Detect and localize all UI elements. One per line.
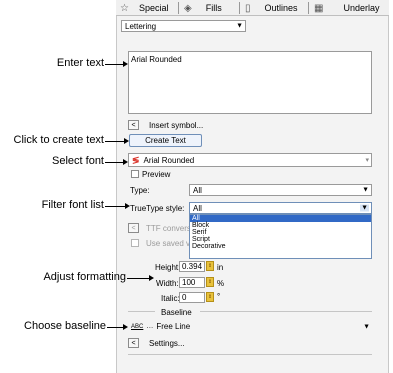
chevron-down-icon: ▾: [365, 157, 369, 164]
font-type-icon: ≶: [132, 154, 140, 165]
dropdown-option-script[interactable]: Script: [190, 236, 371, 243]
tab-outlines[interactable]: ▯ Outlines: [245, 0, 298, 16]
callout-select-font: Select font: [52, 155, 104, 167]
star-icon: ☆: [120, 2, 129, 14]
baseline-abc-icon: ABC: [131, 323, 144, 330]
preview-label: Preview: [142, 170, 171, 179]
arrow-icon: [123, 324, 128, 330]
chevron-down-icon: ▼: [236, 22, 243, 30]
dropdown-option-serif[interactable]: Serif: [190, 229, 371, 236]
mode-select[interactable]: Lettering ▼: [121, 20, 246, 32]
callout-line: [105, 64, 123, 65]
settings-button[interactable]: <: [128, 338, 139, 348]
callout-adjust-formatting: Adjust formatting: [43, 271, 126, 283]
truetype-style-select[interactable]: All ▼: [189, 202, 372, 214]
callout-line: [105, 206, 125, 207]
callout-choose-baseline: Choose baseline: [24, 320, 106, 332]
height-stepper[interactable]: ⇕: [206, 261, 214, 271]
settings-label: Settings...: [149, 339, 185, 348]
use-saved-checkbox[interactable]: [131, 239, 139, 247]
dropdown-option-decorative[interactable]: Decorative: [190, 243, 371, 250]
callout-filter-font: Filter font list: [41, 199, 104, 211]
dropdown-option-all[interactable]: All: [190, 215, 371, 222]
arrow-icon: [124, 138, 129, 144]
divider: [128, 354, 372, 355]
arrow-icon: [123, 61, 128, 67]
tab-separator: [178, 2, 179, 14]
outline-icon: ▯: [245, 2, 251, 14]
tab-separator: [308, 2, 309, 14]
type-label: Type:: [130, 186, 150, 195]
underlay-icon: ▦: [314, 2, 324, 14]
width-stepper[interactable]: ⇕: [206, 277, 214, 287]
use-saved-label: Use saved va: [146, 239, 195, 248]
italic-label: Italic:: [161, 294, 180, 303]
chevron-down-icon: ▼: [360, 204, 369, 212]
tab-special[interactable]: ☆ Special: [120, 0, 169, 16]
arrow-icon: [123, 159, 128, 165]
dropdown-option-block[interactable]: Block: [190, 222, 371, 229]
arrow-icon: [125, 203, 130, 209]
divider: [200, 311, 372, 312]
preview-checkbox[interactable]: [131, 170, 139, 178]
baseline-section-label: Baseline: [161, 308, 192, 317]
callout-line: [105, 162, 123, 163]
arrow-icon: [149, 275, 154, 281]
callout-line: [107, 327, 123, 328]
text-input[interactable]: Arial Rounded: [128, 51, 372, 114]
create-text-button[interactable]: Create Text: [129, 134, 202, 147]
up-down-icon: ⇕: [207, 278, 213, 285]
tab-fills[interactable]: ◈ Fills: [184, 0, 222, 16]
tab-separator: [239, 2, 240, 14]
fill-icon: ◈: [184, 2, 192, 14]
insert-symbol-button[interactable]: <: [128, 120, 139, 130]
callout-line: [127, 278, 149, 279]
divider: [128, 311, 155, 312]
font-select[interactable]: ≶ Arial Rounded ▾: [128, 153, 372, 167]
baseline-select[interactable]: ABC … Free Line ▼: [128, 320, 372, 333]
callout-line: [105, 141, 124, 142]
width-label: Width:: [156, 279, 179, 288]
height-input[interactable]: 0.394: [179, 261, 205, 272]
chevron-down-icon: ▼: [362, 186, 369, 194]
width-input[interactable]: 100: [179, 277, 205, 288]
width-unit: %: [217, 279, 225, 288]
insert-symbol-label: Insert symbol...: [149, 121, 204, 130]
tab-bar: ☆ Special ◈ Fills ▯ Outlines ▦ Underlay: [116, 0, 389, 16]
callout-create-text: Click to create text: [13, 134, 104, 146]
ttf-conversion-button[interactable]: <: [128, 223, 139, 233]
dotted-line-icon: …: [146, 323, 154, 330]
truetype-style-label: TrueType style:: [130, 204, 185, 213]
italic-unit: °: [217, 292, 221, 301]
italic-input[interactable]: 0: [179, 292, 205, 303]
type-select[interactable]: All ▼: [189, 184, 372, 196]
callout-enter-text: Enter text: [56, 57, 104, 69]
italic-stepper[interactable]: ⇕: [206, 292, 214, 302]
chevron-down-icon: ▼: [363, 323, 370, 330]
ttf-conversion-label: TTF conversi: [146, 224, 193, 233]
up-down-icon: ⇕: [207, 293, 213, 300]
height-unit: in: [217, 263, 224, 272]
up-down-icon: ⇕: [207, 262, 213, 269]
height-label: Height:: [155, 263, 181, 272]
truetype-style-dropdown: All Block Serif Script Decorative: [189, 214, 372, 259]
tab-underlay[interactable]: ▦ Underlay: [314, 0, 379, 16]
